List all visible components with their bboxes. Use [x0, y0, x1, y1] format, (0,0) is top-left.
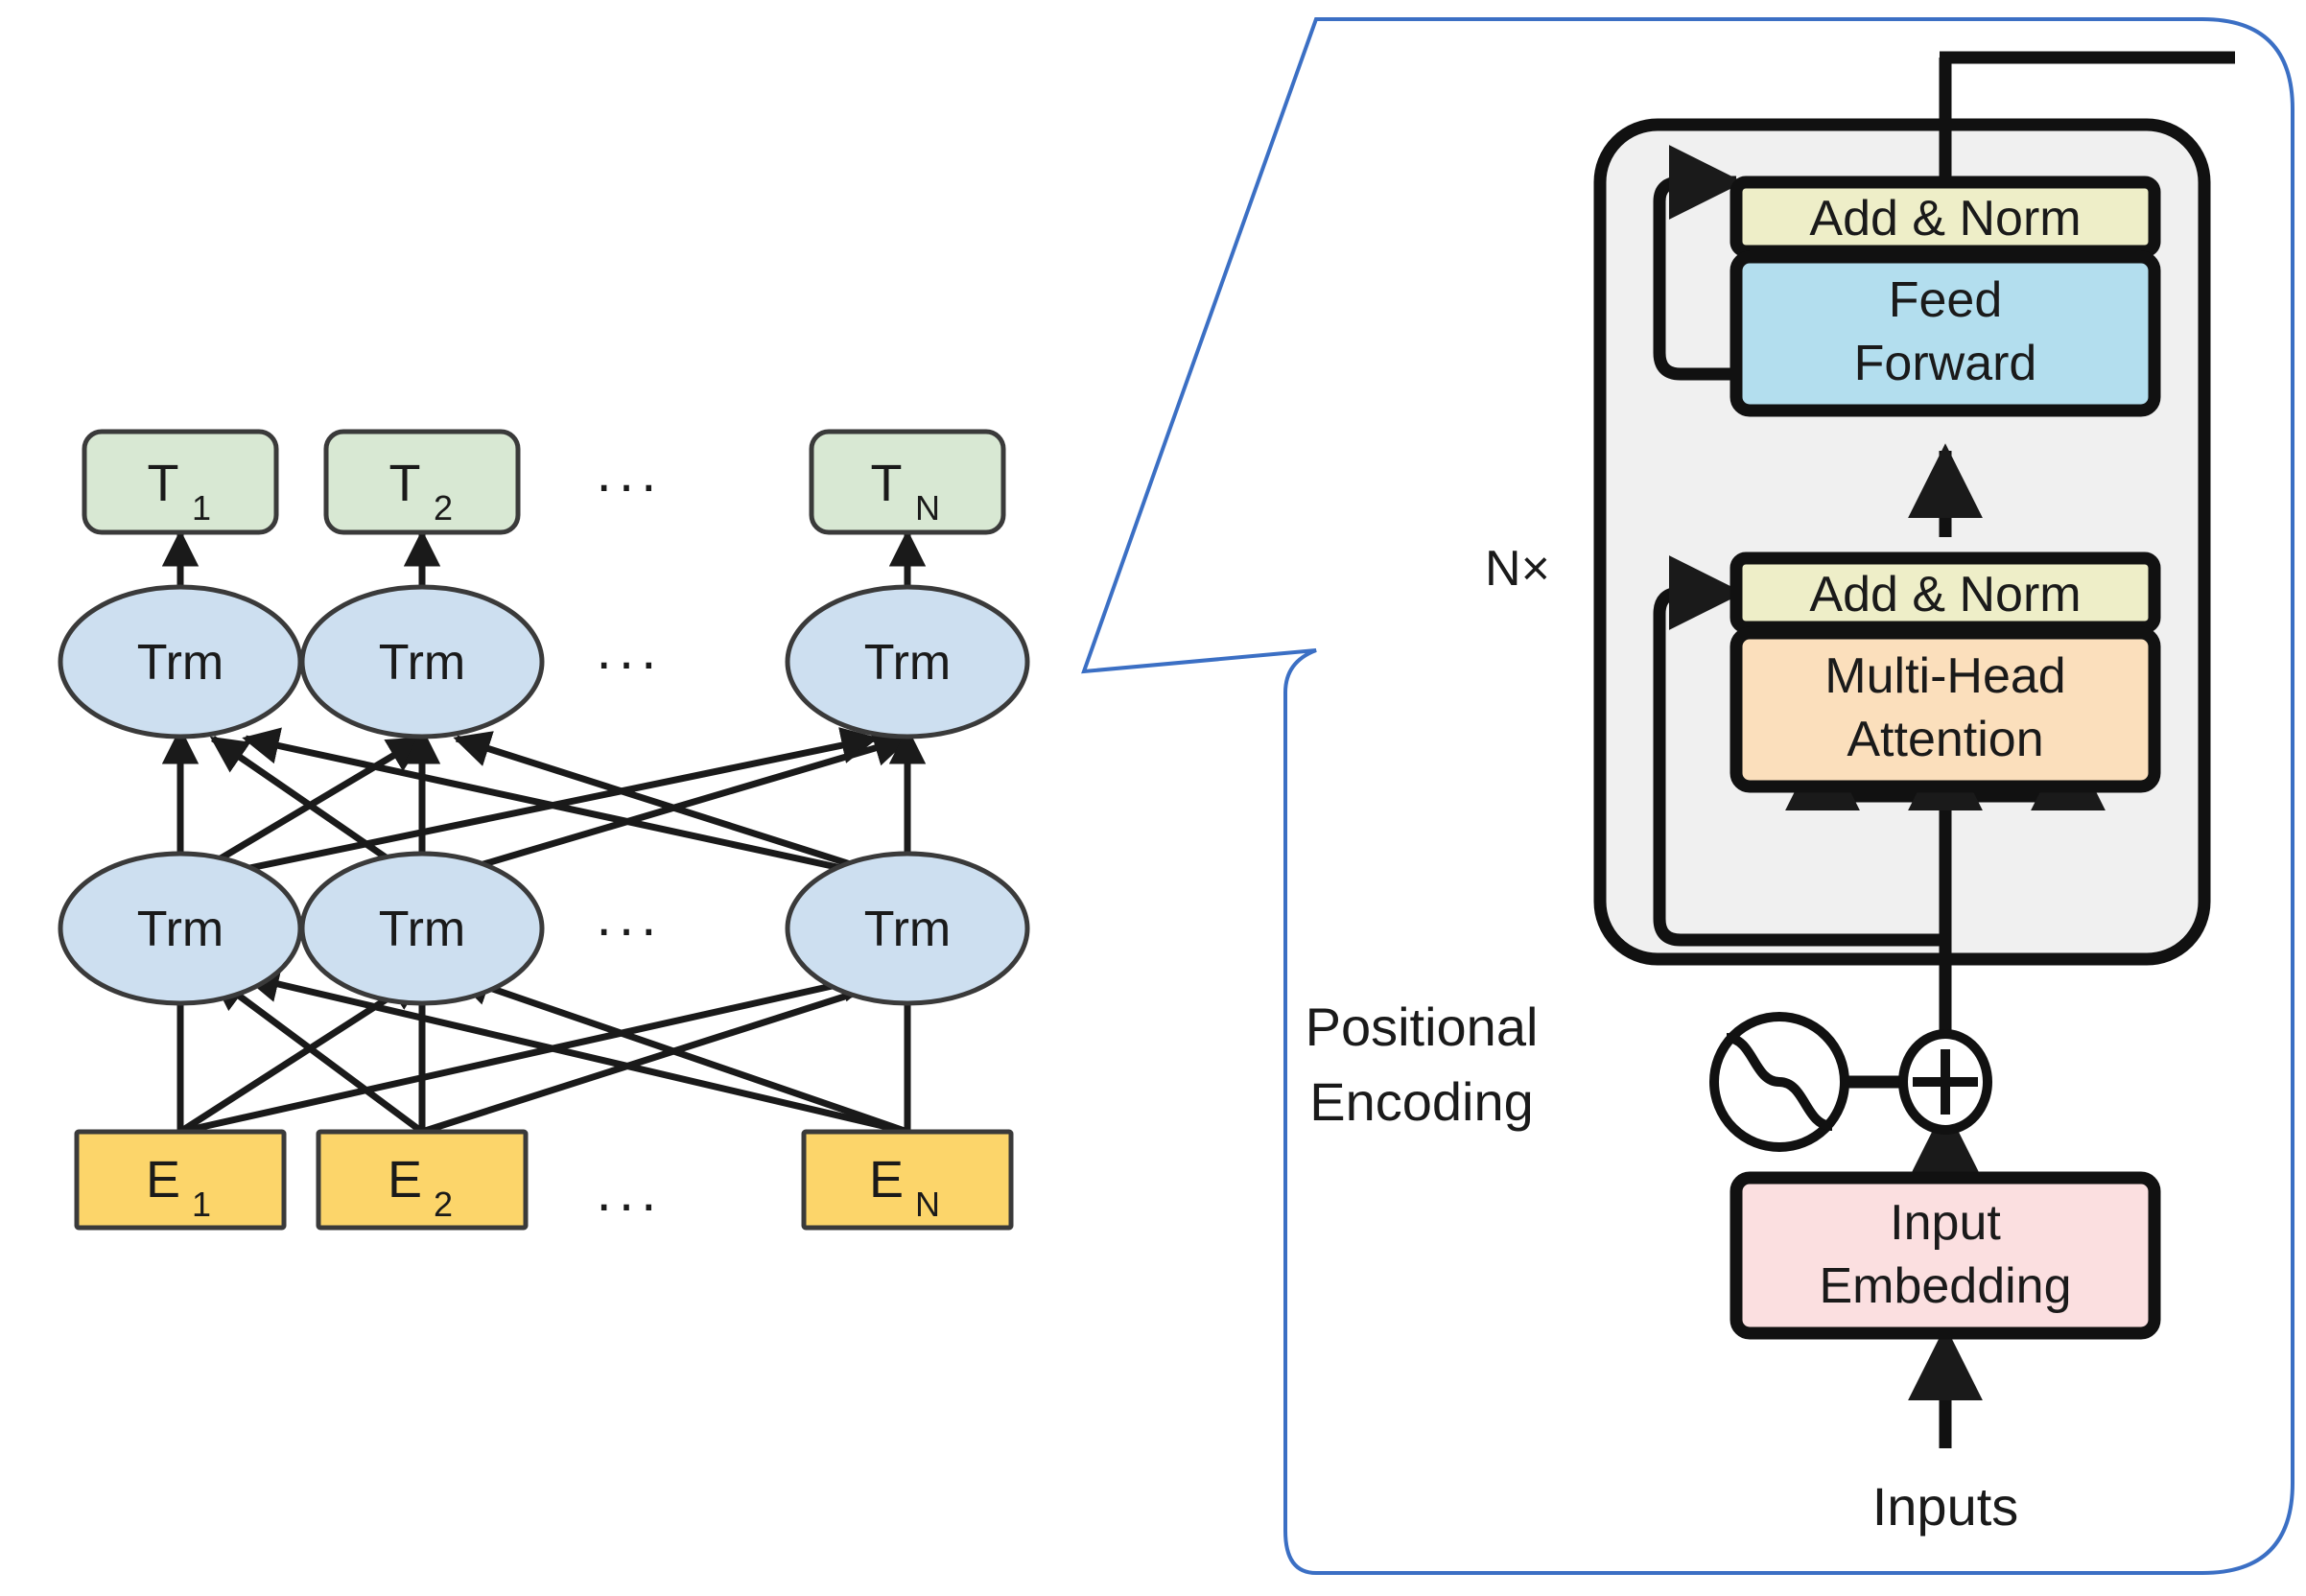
trm-label: Trm: [137, 635, 224, 691]
add-norm-top-label: Add & Norm: [1809, 191, 2081, 246]
embedding-subscript: 2: [434, 1185, 453, 1224]
figure-canvas: Trm Trm Trm Trm Trm Trm T 1 T 2 T N E 1 …: [0, 0, 2306, 1596]
embedding-box[interactable]: [801, 1129, 1014, 1231]
diagram-svg: Trm Trm Trm Trm Trm Trm T 1 T 2 T N E 1 …: [58, 17, 2294, 1575]
edges-embeddings-to-lower-trm: [161, 965, 927, 1136]
trm-label: Trm: [137, 902, 224, 957]
trm-label: Trm: [864, 902, 951, 957]
repeat-count-label: N×: [1485, 541, 1550, 597]
input-embedding-label-line1: Input: [1890, 1195, 2001, 1251]
add-norm-bottom-label: Add & Norm: [1809, 567, 2081, 622]
multi-head-attention-label-line2: Attention: [1847, 712, 2043, 767]
output-token-label: T: [389, 455, 421, 512]
output-token-subscript: 1: [192, 488, 211, 528]
output-token-label: T: [871, 455, 903, 512]
positional-encoding-label-line1: Positional: [1306, 997, 1539, 1057]
output-token-label: T: [148, 455, 179, 512]
multi-head-attention-label-line1: Multi-Head: [1824, 648, 2065, 704]
embedding-subscript: N: [915, 1185, 940, 1224]
trm-label: Trm: [379, 902, 465, 957]
positional-encoding-label-line2: Encoding: [1309, 1071, 1534, 1132]
embedding-label: E: [388, 1151, 422, 1209]
output-token-box[interactable]: [809, 429, 1006, 535]
feed-forward-label-line1: Feed: [1889, 272, 2003, 328]
output-token-row: [82, 429, 1006, 535]
output-token-subscript: N: [915, 488, 940, 528]
input-embedding-label-line2: Embedding: [1819, 1258, 2071, 1314]
feed-forward-label-line2: Forward: [1854, 336, 2037, 391]
embedding-label: E: [146, 1151, 180, 1209]
ellipsis-outputs: ···: [595, 454, 662, 516]
trm-label: Trm: [864, 635, 951, 691]
edges-upper-trm-to-outputs: [161, 529, 927, 633]
output-token-box[interactable]: [323, 429, 521, 535]
bert-stack-group: Trm Trm Trm Trm Trm Trm T 1 T 2 T N E 1 …: [58, 429, 1030, 1235]
edges-lower-trm-to-upper-trm: [161, 727, 927, 886]
ellipsis-lower-trm: ···: [595, 898, 662, 960]
ellipsis-upper-trm: ···: [595, 631, 662, 693]
ellipsis-embeddings: ···: [595, 1173, 662, 1235]
output-token-subscript: 2: [434, 488, 453, 528]
inputs-label: Inputs: [1872, 1476, 2019, 1537]
trm-label: Trm: [379, 635, 465, 691]
embedding-subscript: 1: [192, 1185, 211, 1224]
embedding-label: E: [869, 1151, 904, 1209]
output-token-box[interactable]: [82, 429, 279, 535]
